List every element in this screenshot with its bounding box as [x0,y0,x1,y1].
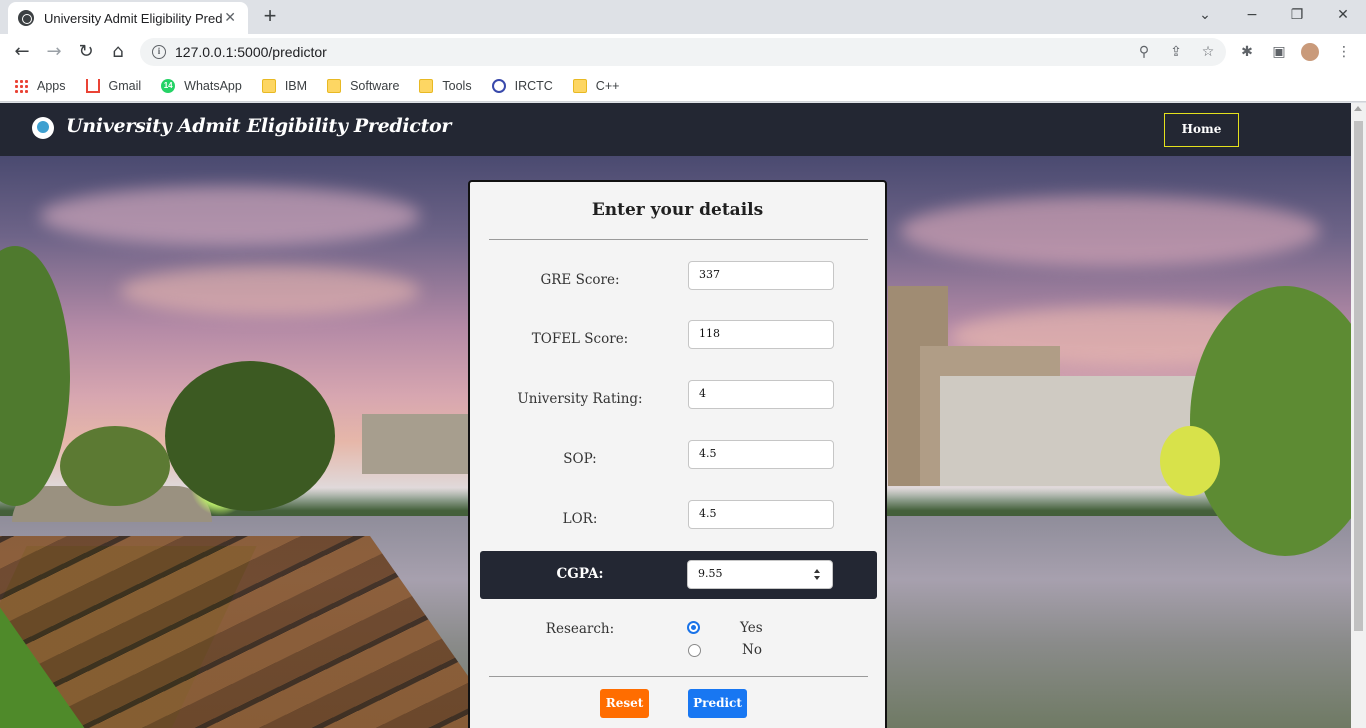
details-form: Enter your details GRE Score: 337 TOFEL … [468,180,887,728]
address-bar[interactable]: i 127.0.0.1:5000/predictor [140,38,1226,66]
scrollbar-thumb[interactable] [1354,121,1363,631]
lor-row: LOR: 4.5 [470,500,885,540]
tofel-row: TOFEL Score: 118 [470,320,885,360]
profile-avatar[interactable] [1301,43,1319,61]
globe-icon [18,10,34,26]
bookmarks-bar: Apps Gmail 14 WhatsApp IBM Software Tool… [0,70,1366,102]
sop-label: SOP: [563,451,597,467]
share-icon[interactable]: ⇪ [1167,43,1185,61]
cgpa-value: 9.55 [698,567,723,580]
browser-toolbar: ← → ↻ ⌂ i 127.0.0.1:5000/predictor ⚲ ⇪ ☆… [0,34,1366,70]
brand-title: University Admit Eligibility Predictor [66,115,452,137]
bookmark-label: Apps [37,78,66,93]
bookmark-label: IBM [284,78,308,93]
tab-strip: University Admit Eligibility Predic ✕ + … [0,0,1366,34]
bookmark-label: C++ [595,78,620,93]
folder-icon [419,78,434,93]
site-info-icon[interactable]: i [152,45,166,59]
research-no-label[interactable]: No [742,642,762,658]
reload-icon[interactable]: ↻ [75,41,97,63]
new-tab-button[interactable]: + [259,5,281,27]
bookmark-label: WhatsApp [184,78,242,93]
form-title: Enter your details [591,200,764,220]
bookmark-cpp[interactable]: C++ [572,78,620,93]
irctc-icon [491,78,506,93]
research-no-radio[interactable] [688,644,701,657]
bookmark-apps[interactable]: Apps [14,78,66,93]
menu-kebab-icon[interactable]: ⋮ [1335,43,1353,61]
bookmark-gmail[interactable]: Gmail [85,78,142,93]
divider [489,676,868,677]
folder-icon [327,78,342,93]
tofel-input[interactable]: 118 [688,320,834,349]
research-yes-radio[interactable] [687,621,700,634]
sop-input[interactable]: 4.5 [688,440,834,469]
page-scrollbar[interactable] [1351,103,1366,728]
bookmark-star-icon[interactable]: ☆ [1199,43,1217,61]
page-viewport: University Admit Eligibility Predictor H… [0,103,1366,728]
bookmark-tools[interactable]: Tools [419,78,472,93]
gre-row: GRE Score: 337 [470,261,885,301]
browser-tab[interactable]: University Admit Eligibility Predic ✕ [8,2,248,34]
cgpa-label: CGPA: [556,566,604,582]
gmail-icon [85,78,100,93]
back-icon[interactable]: ← [11,41,33,63]
zoom-icon[interactable]: ⚲ [1135,43,1153,61]
tab-search-icon[interactable]: ⌄ [1190,4,1220,26]
reset-button[interactable]: Reset [600,689,649,718]
gre-input[interactable]: 337 [688,261,834,290]
divider [489,239,868,240]
restore-icon[interactable]: ❐ [1282,4,1312,26]
university-rating-row: University Rating: 4 [470,380,885,420]
url-text: 127.0.0.1:5000/predictor [175,44,327,60]
bookmark-ibm[interactable]: IBM [261,78,308,93]
scroll-up-icon[interactable] [1354,106,1362,111]
bookmark-label: Gmail [108,78,142,93]
sop-row: SOP: 4.5 [470,440,885,480]
research-label: Research: [545,621,615,637]
university-rating-label: University Rating: [517,391,643,407]
cgpa-input[interactable]: 9.55 [687,560,833,589]
gre-label: GRE Score: [540,272,620,288]
close-tab-icon[interactable]: ✕ [222,10,238,26]
folder-icon [261,78,276,93]
bookmark-irctc[interactable]: IRCTC [491,78,553,93]
cgpa-row: CGPA: 9.55 [480,551,877,599]
lor-label: LOR: [562,511,598,527]
side-panel-icon[interactable]: ▣ [1270,43,1288,61]
spinner-arrows-icon[interactable] [814,568,822,582]
bookmark-label: Software [350,78,400,93]
whatsapp-icon: 14 [161,78,176,93]
research-yes-label[interactable]: Yes [740,620,763,636]
home-button[interactable]: Home [1164,113,1239,147]
tofel-label: TOFEL Score: [531,331,629,347]
extensions-icon[interactable]: ✱ [1238,43,1256,61]
university-rating-input[interactable]: 4 [688,380,834,409]
forward-icon[interactable]: → [43,41,65,63]
bookmark-whatsapp[interactable]: 14 WhatsApp [161,78,242,93]
tab-title: University Admit Eligibility Predic [44,10,223,26]
brand-logo-icon [32,117,54,139]
close-window-icon[interactable]: ✕ [1328,4,1358,26]
predict-button[interactable]: Predict [688,689,747,718]
top-navbar: University Admit Eligibility Predictor H… [0,103,1351,156]
bookmark-label: Tools [442,78,472,93]
lor-input[interactable]: 4.5 [688,500,834,529]
minimize-icon[interactable]: − [1237,4,1267,26]
folder-icon [572,78,587,93]
bookmark-software[interactable]: Software [327,78,400,93]
apps-grid-icon [14,78,28,93]
bookmark-label: IRCTC [514,78,553,93]
home-icon[interactable]: ⌂ [107,41,129,63]
